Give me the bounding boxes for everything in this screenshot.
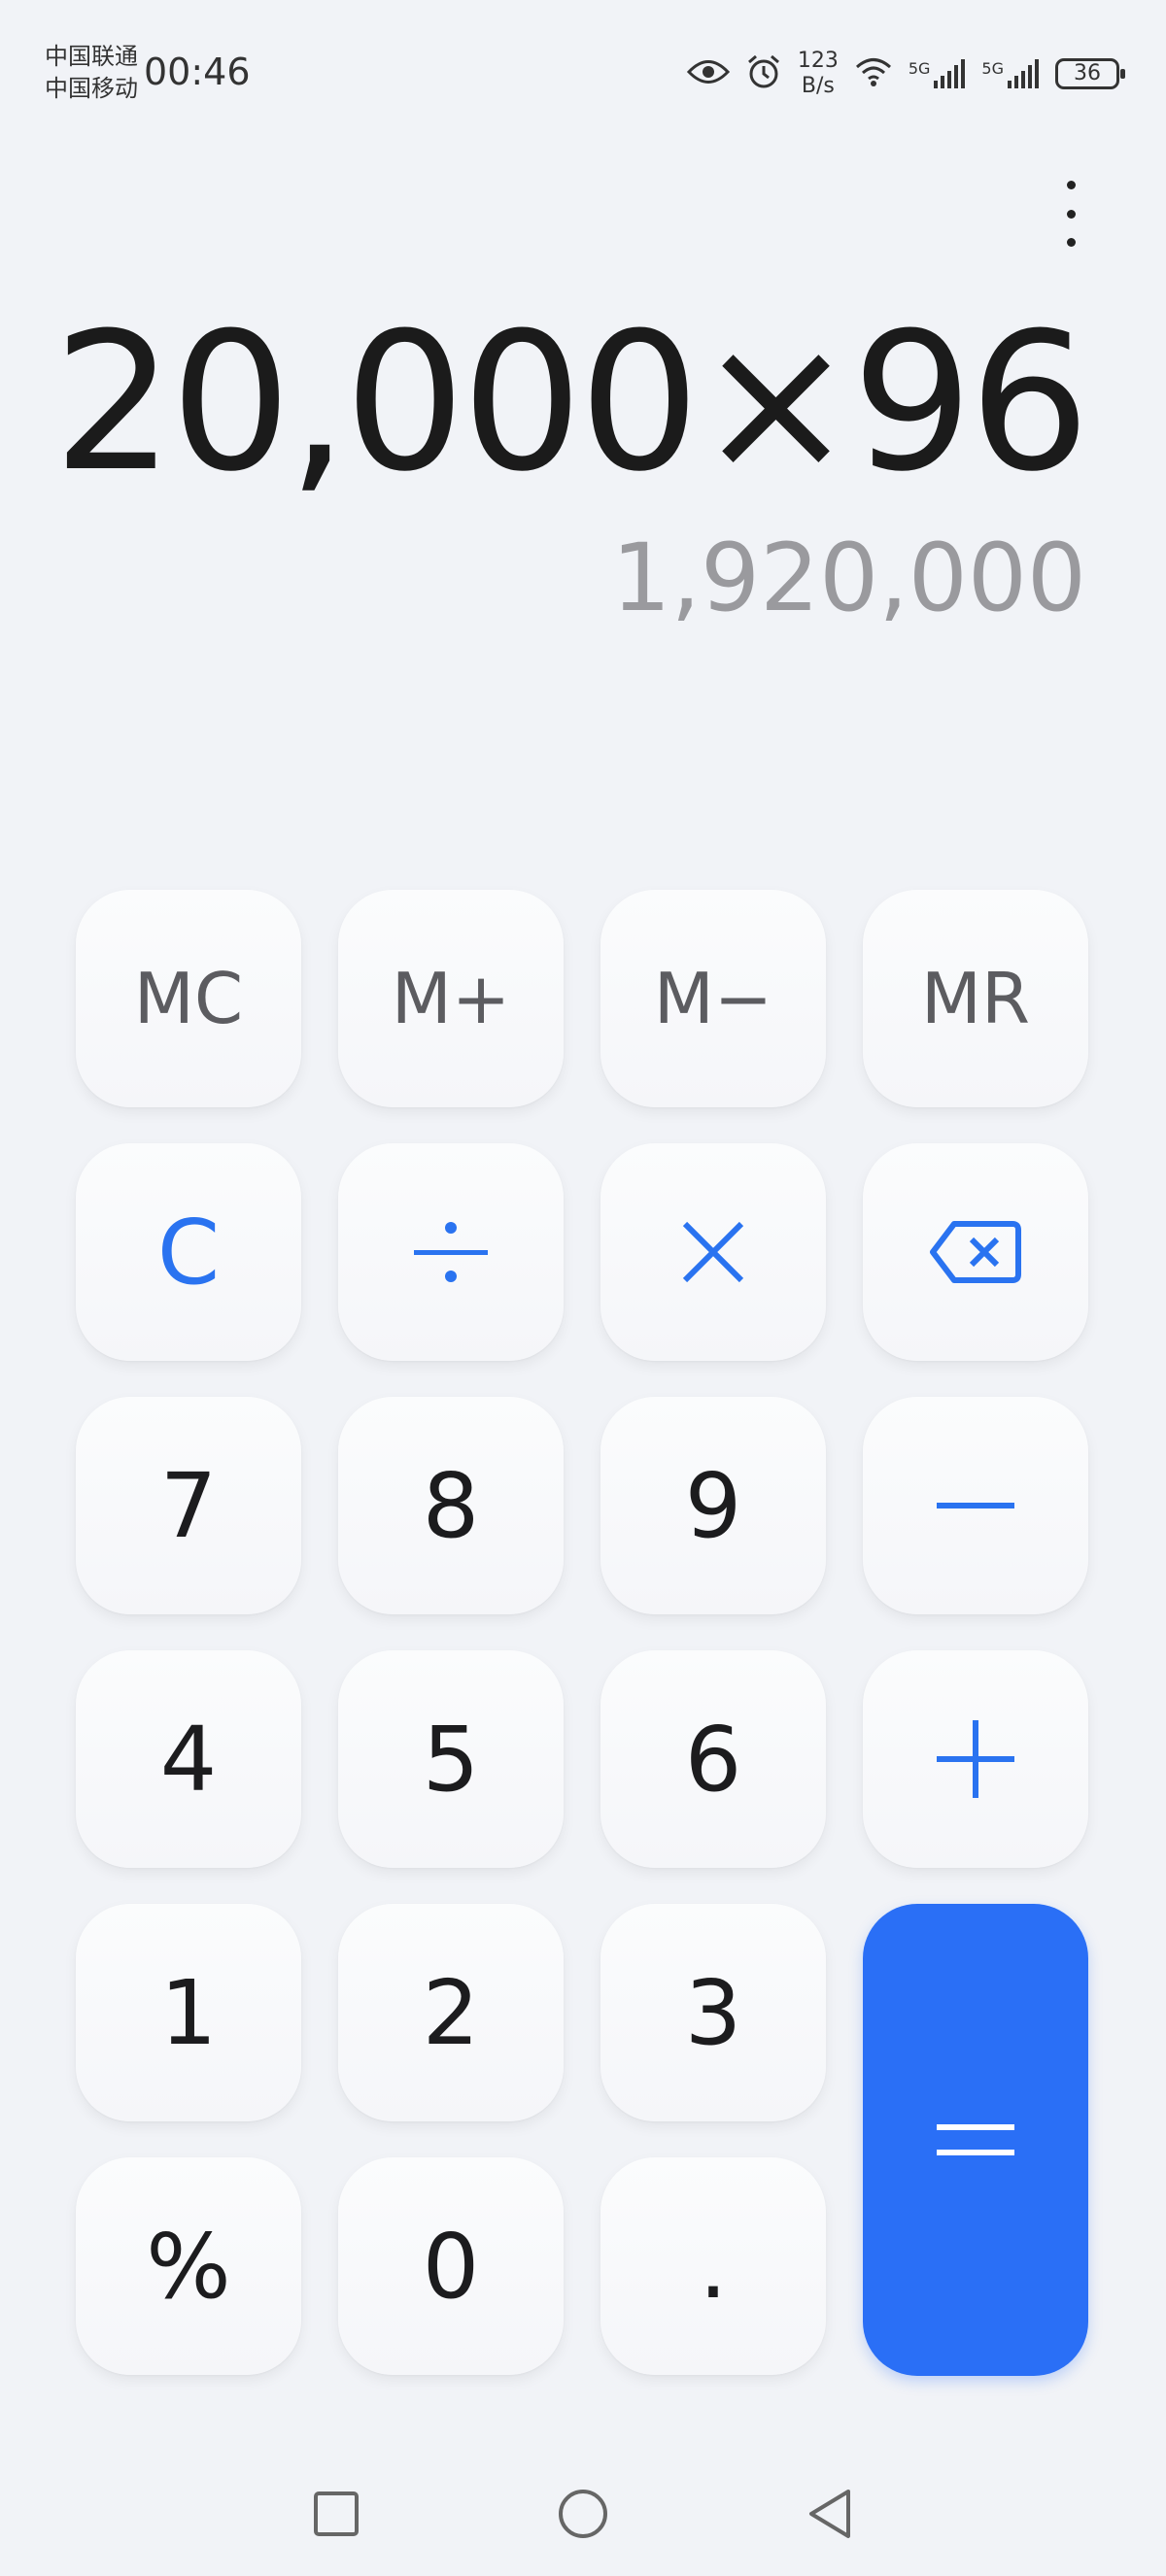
- digit-9-button[interactable]: 9: [600, 1397, 826, 1614]
- digit-1-button[interactable]: 1: [76, 1904, 301, 2121]
- divide-icon: [414, 1222, 488, 1282]
- speed-value: 123: [797, 49, 839, 73]
- back-nav-icon[interactable]: [801, 2485, 859, 2543]
- status-bar: 中国联通 中国移动 00:46 123 B/s 5G 5G 36: [0, 0, 1166, 146]
- m-plus-button[interactable]: M+: [338, 890, 564, 1107]
- equals-button[interactable]: [863, 1904, 1088, 2376]
- percent-button[interactable]: %: [76, 2157, 301, 2375]
- network-type-1: 5G: [908, 59, 931, 78]
- carrier-2: 中国移动: [45, 75, 138, 102]
- battery-level: 36: [1074, 61, 1101, 85]
- clear-button[interactable]: C: [76, 1143, 301, 1361]
- multiply-button[interactable]: [600, 1143, 826, 1361]
- multiply-icon: [682, 1221, 744, 1283]
- minus-button[interactable]: [863, 1397, 1088, 1614]
- plus-icon: [937, 1720, 1014, 1798]
- network-type-2: 5G: [981, 59, 1004, 78]
- mc-button[interactable]: MC: [76, 890, 301, 1107]
- decimal-point-button[interactable]: .: [600, 2157, 826, 2375]
- signal-icon-2: 5G: [981, 59, 1040, 88]
- digit-8-button[interactable]: 8: [338, 1397, 564, 1614]
- square-nav-icon[interactable]: [307, 2485, 365, 2543]
- alarm-icon: [745, 53, 782, 94]
- navigation-bar: [0, 2467, 1166, 2555]
- battery-icon: 36: [1055, 58, 1125, 89]
- network-speed: 123 B/s: [798, 49, 839, 99]
- circle-nav-icon[interactable]: [554, 2485, 612, 2543]
- expression-display: 20,000×96: [52, 292, 1090, 514]
- backspace-icon: [930, 1221, 1021, 1283]
- more-vertical-icon[interactable]: [1049, 175, 1092, 253]
- digit-6-button[interactable]: 6: [600, 1650, 826, 1868]
- backspace-button[interactable]: [863, 1143, 1088, 1361]
- status-icons: 123 B/s 5G 5G 36: [686, 49, 1125, 99]
- signal-icon: 5G: [909, 59, 967, 88]
- digit-5-button[interactable]: 5: [338, 1650, 564, 1868]
- digit-2-button[interactable]: 2: [338, 1904, 564, 2121]
- speed-unit: B/s: [801, 74, 835, 98]
- carrier-1: 中国联通: [45, 43, 138, 70]
- plus-button[interactable]: [863, 1650, 1088, 1868]
- digit-4-button[interactable]: 4: [76, 1650, 301, 1868]
- mr-button[interactable]: MR: [863, 890, 1088, 1107]
- status-time: 00:46: [144, 51, 251, 93]
- eye-icon: [686, 57, 730, 90]
- carrier-labels: 中国联通 中国移动: [45, 41, 138, 105]
- digit-0-button[interactable]: 0: [338, 2157, 564, 2375]
- m-minus-button[interactable]: M−: [600, 890, 826, 1107]
- result-preview: 1,920,000: [611, 524, 1086, 632]
- minus-icon: [937, 1503, 1014, 1508]
- wifi-icon: [854, 56, 893, 91]
- digit-3-button[interactable]: 3: [600, 1904, 826, 2121]
- equals-icon: [937, 2124, 1014, 2155]
- divide-button[interactable]: [338, 1143, 564, 1361]
- digit-7-button[interactable]: 7: [76, 1397, 301, 1614]
